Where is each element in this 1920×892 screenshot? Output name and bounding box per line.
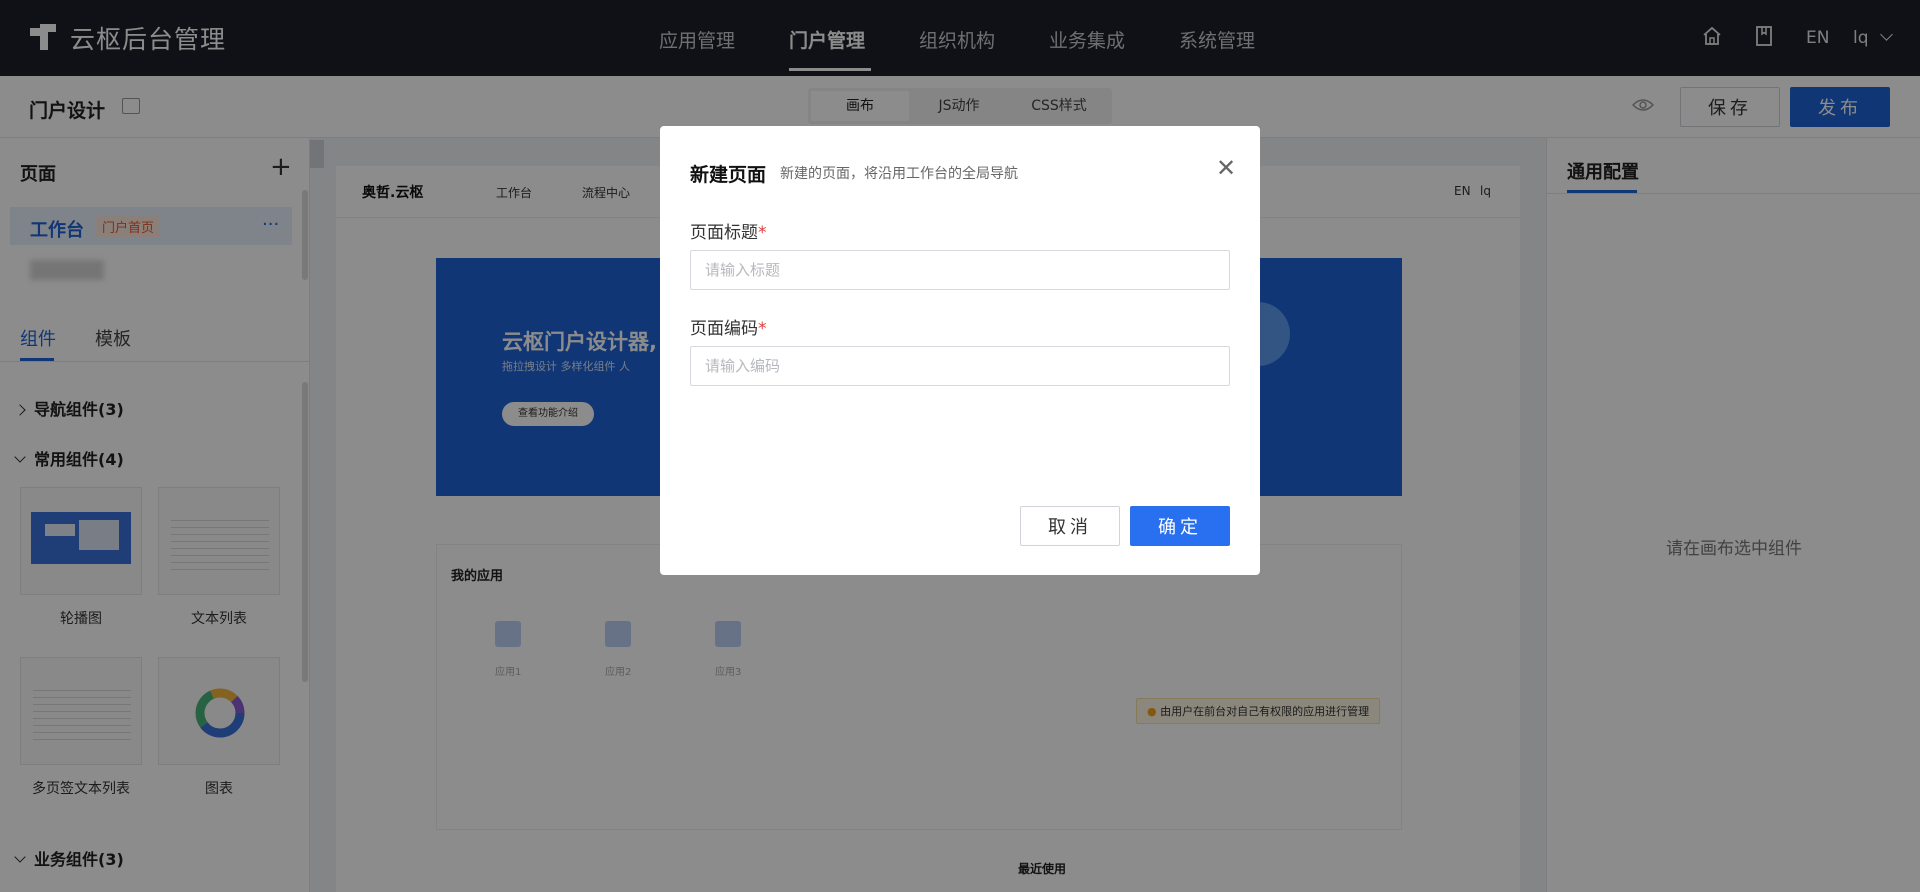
title-field-label: 页面标题* [690,218,767,243]
page-title-input[interactable] [690,250,1230,290]
dialog-description: 新建的页面，将沿用工作台的全局导航 [780,166,1018,182]
required-mark: * [758,223,767,243]
required-mark: * [758,319,767,339]
confirm-button[interactable]: 确定 [1130,506,1230,546]
field-label-text: 页面编码 [690,319,758,339]
close-icon[interactable]: ✕ [1216,156,1236,180]
cancel-button[interactable]: 取消 [1020,506,1120,546]
page-code-input[interactable] [690,346,1230,386]
new-page-dialog: 新建页面 新建的页面，将沿用工作台的全局导航 ✕ 页面标题* 页面编码* 取消 … [660,126,1260,575]
field-label-text: 页面标题 [690,223,758,243]
code-field-label: 页面编码* [690,314,767,339]
dialog-title: 新建页面 [690,164,767,186]
